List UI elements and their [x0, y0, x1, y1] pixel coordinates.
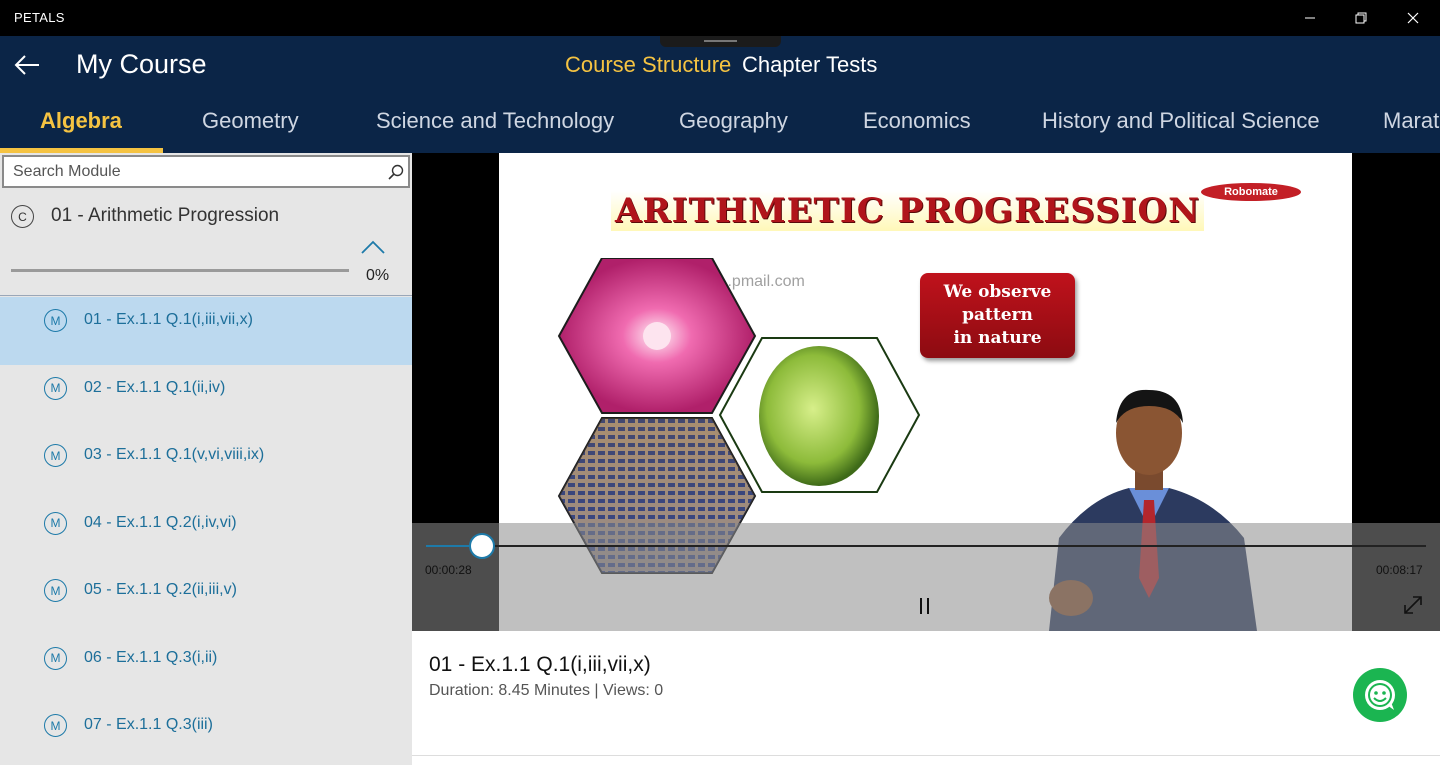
video-info-panel: 01 - Ex.1.1 Q.1(i,iii,vii,x) Duration: 8…: [412, 631, 1440, 756]
module-list: M 01 - Ex.1.1 Q.1(i,iii,vii,x) M 02 - Ex…: [0, 297, 412, 765]
video-player[interactable]: ARITHMETIC PROGRESSION Robomate ...@...p…: [412, 153, 1440, 631]
window-title-bar: PETALS: [0, 0, 1440, 36]
chat-assistant-button[interactable]: [1353, 668, 1407, 722]
module-label: 06 - Ex.1.1 Q.3(i,ii): [84, 648, 218, 666]
app-name: PETALS: [14, 10, 65, 25]
subject-tab-science-technology[interactable]: Science and Technology: [376, 108, 614, 134]
module-item[interactable]: M 05 - Ex.1.1 Q.2(ii,iii,v): [0, 567, 412, 635]
seek-bar[interactable]: [426, 533, 1426, 559]
chevron-up-icon[interactable]: [360, 239, 386, 255]
page-title: My Course: [76, 49, 207, 79]
player-controls: 00:00:28 00:08:17: [412, 523, 1440, 631]
module-item[interactable]: M 03 - Ex.1.1 Q.1(v,vi,viii,ix): [0, 432, 412, 500]
chat-bot-icon: [1365, 680, 1395, 710]
back-arrow-icon: [14, 55, 39, 75]
module-label: 02 - Ex.1.1 Q.1(ii,iv): [84, 378, 226, 396]
minimize-button[interactable]: [1287, 0, 1333, 36]
brand-logo: Robomate: [1201, 183, 1301, 201]
module-badge-icon: M: [44, 309, 67, 332]
observe-line: pattern: [962, 305, 1033, 325]
video-meta: Duration: 8.45 Minutes | Views: 0: [429, 682, 664, 699]
subject-tab-algebra[interactable]: Algebra: [40, 108, 122, 134]
observe-line: We observe: [943, 282, 1052, 302]
module-item[interactable]: M 07 - Ex.1.1 Q.3(iii): [0, 702, 412, 765]
module-badge-icon: M: [44, 376, 67, 400]
current-time: 00:00:28: [425, 563, 472, 577]
subject-tab-history-political-science[interactable]: History and Political Science: [1042, 108, 1320, 134]
chapter-progress-bar: [11, 269, 349, 272]
pause-button[interactable]: [915, 596, 935, 616]
restore-button[interactable]: [1338, 0, 1384, 36]
close-icon: [1407, 12, 1419, 24]
back-button[interactable]: [12, 50, 42, 80]
module-label: 05 - Ex.1.1 Q.2(ii,iii,v): [84, 581, 237, 598]
pause-icon: [920, 598, 929, 614]
module-badge-icon: M: [44, 444, 67, 467]
module-item[interactable]: M 01 - Ex.1.1 Q.1(i,iii,vii,x): [0, 297, 412, 365]
module-item[interactable]: M 02 - Ex.1.1 Q.1(ii,iv): [0, 365, 412, 433]
chapter-progress-text: 0%: [366, 267, 390, 284]
module-item[interactable]: M 06 - Ex.1.1 Q.3(i,ii): [0, 635, 412, 703]
subject-tab-geography[interactable]: Geography: [679, 108, 788, 134]
search-box: [2, 155, 410, 188]
module-badge-icon: M: [44, 714, 67, 737]
chapter-header[interactable]: C 01 - Arithmetic Progression 0%: [0, 191, 412, 296]
module-label: 01 - Ex.1.1 Q.1(i,iii,vii,x): [84, 311, 253, 328]
module-label: 07 - Ex.1.1 Q.3(iii): [84, 716, 213, 733]
slide-title: ARITHMETIC PROGRESSION: [611, 191, 1205, 231]
module-sidebar: C 01 - Arithmetic Progression 0% M 01 - …: [0, 153, 412, 765]
tab-chapter-tests[interactable]: Chapter Tests: [742, 52, 877, 78]
minimize-icon: [1305, 17, 1315, 19]
observe-callout: We observe pattern in nature: [920, 273, 1075, 358]
drag-handle[interactable]: [660, 36, 781, 47]
video-title: 01 - Ex.1.1 Q.1(i,iii,vii,x): [429, 653, 651, 676]
total-time: 00:08:17: [1376, 563, 1423, 577]
module-item[interactable]: M 04 - Ex.1.1 Q.2(i,iv,vi): [0, 500, 412, 568]
tab-course-structure[interactable]: Course Structure: [565, 52, 731, 78]
module-label: 04 - Ex.1.1 Q.2(i,iv,vi): [84, 513, 237, 531]
module-badge-icon: M: [44, 511, 67, 535]
module-badge-icon: M: [44, 646, 67, 670]
chapter-badge-icon: C: [11, 205, 34, 228]
subject-tab-economics[interactable]: Economics: [863, 108, 971, 134]
subject-tab-marathi[interactable]: Marat: [1383, 108, 1439, 134]
seek-thumb[interactable]: [469, 533, 495, 559]
fullscreen-icon[interactable]: [1401, 593, 1425, 617]
search-icon[interactable]: [387, 163, 405, 181]
observe-line: in nature: [953, 328, 1042, 348]
module-badge-icon: M: [44, 579, 67, 602]
close-button[interactable]: [1390, 0, 1436, 36]
module-label: 03 - Ex.1.1 Q.1(v,vi,viii,ix): [84, 446, 265, 463]
chapter-title: 01 - Arithmetic Progression: [51, 205, 280, 226]
search-input[interactable]: [13, 161, 373, 183]
subject-tab-geometry[interactable]: Geometry: [202, 108, 299, 134]
app-header: My Course Course Structure Chapter Tests…: [0, 36, 1440, 153]
restore-icon: [1355, 12, 1367, 24]
subject-tabs: Algebra Geometry Science and Technology …: [0, 98, 1440, 153]
